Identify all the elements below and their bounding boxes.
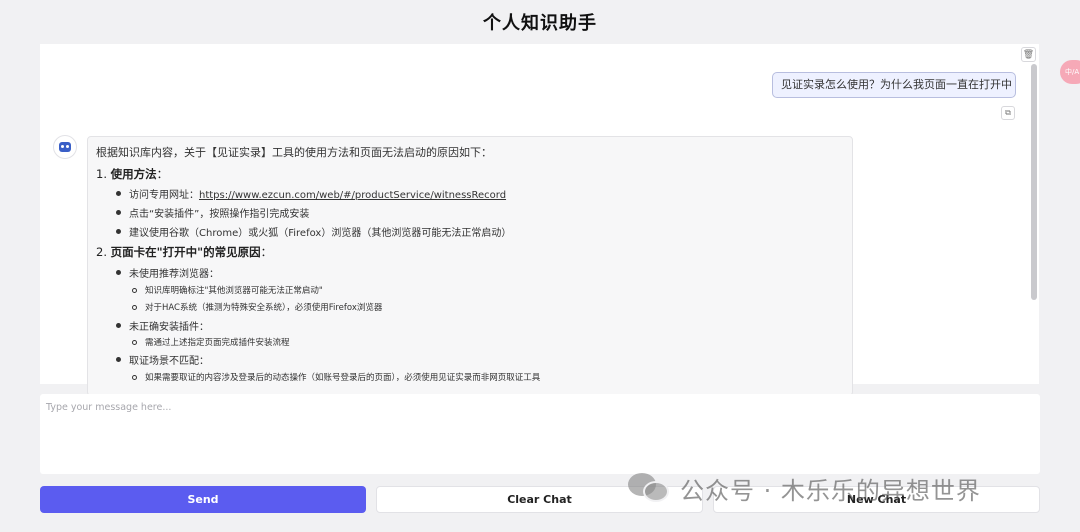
send-button[interactable]: Send xyxy=(40,486,366,513)
sub-list-item: 如果需要取证的内容涉及登录后的动态操作（如账号登录后的页面），必须使用见证实录而… xyxy=(145,373,541,383)
watermark-text: 公众号 · 木乐乐的异想世界 xyxy=(680,476,981,505)
robot-icon xyxy=(53,135,77,159)
sub-list-item: 需通过上述指定页面完成插件安装流程 xyxy=(145,338,290,348)
page-title: 个人知识助手 xyxy=(483,13,597,34)
translate-badge[interactable]: 中/A xyxy=(1060,60,1080,84)
section-1-heading: 1. 使用方法： xyxy=(96,167,169,181)
sub-bullet xyxy=(132,375,137,380)
bullet xyxy=(116,210,121,215)
user-message-bubble: 见证实录怎么使用？为什么我页面一直在打开中 xyxy=(772,72,1016,98)
bullet xyxy=(116,191,121,196)
sub-bullet xyxy=(132,340,137,345)
bullet xyxy=(116,357,121,362)
witness-record-link[interactable]: https://www.ezcun.com/web/#/productServi… xyxy=(199,190,506,201)
sub-bullet xyxy=(132,305,137,310)
sub-list-item: 知识库明确标注"其他浏览器可能无法正常启动" xyxy=(145,286,323,296)
list-item: 未正确安装插件： xyxy=(129,322,209,333)
trash-icon[interactable]: 🗑 xyxy=(1021,47,1036,62)
bullet xyxy=(116,270,121,275)
bot-intro: 根据知识库内容，关于【见证实录】工具的使用方法和页面无法启动的原因如下： xyxy=(96,146,492,159)
section-2-heading: 2. 页面卡在"打开中"的常见原因： xyxy=(96,245,273,259)
bullet xyxy=(116,229,121,234)
bot-message-bubble: 根据知识库内容，关于【见证实录】工具的使用方法和页面无法启动的原因如下： 1. … xyxy=(87,136,853,396)
message-input[interactable] xyxy=(40,394,1040,474)
sub-list-item: 对于HAC系统（推测为特殊安全系统），必须使用Firefox浏览器 xyxy=(145,303,383,313)
sub-bullet xyxy=(132,288,137,293)
bullet xyxy=(116,323,121,328)
copy-icon[interactable]: ⧉ xyxy=(1001,106,1015,120)
list-item: 建议使用谷歌（Chrome）或火狐（Firefox）浏览器（其他浏览器可能无法正… xyxy=(129,228,512,239)
list-item: 访问专用网址：https://www.ezcun.com/web/#/produ… xyxy=(129,190,507,201)
list-item: 未使用推荐浏览器： xyxy=(129,269,219,280)
chat-scrollbar[interactable] xyxy=(1031,64,1037,300)
list-item: 点击“安装插件”，按照操作指引完成安装 xyxy=(129,209,310,220)
message-input-container xyxy=(40,394,1040,474)
list-item: 取证场景不匹配： xyxy=(129,356,209,367)
watermark: 公众号 · 木乐乐的异想世界 xyxy=(628,470,981,506)
wechat-icon xyxy=(628,471,672,505)
